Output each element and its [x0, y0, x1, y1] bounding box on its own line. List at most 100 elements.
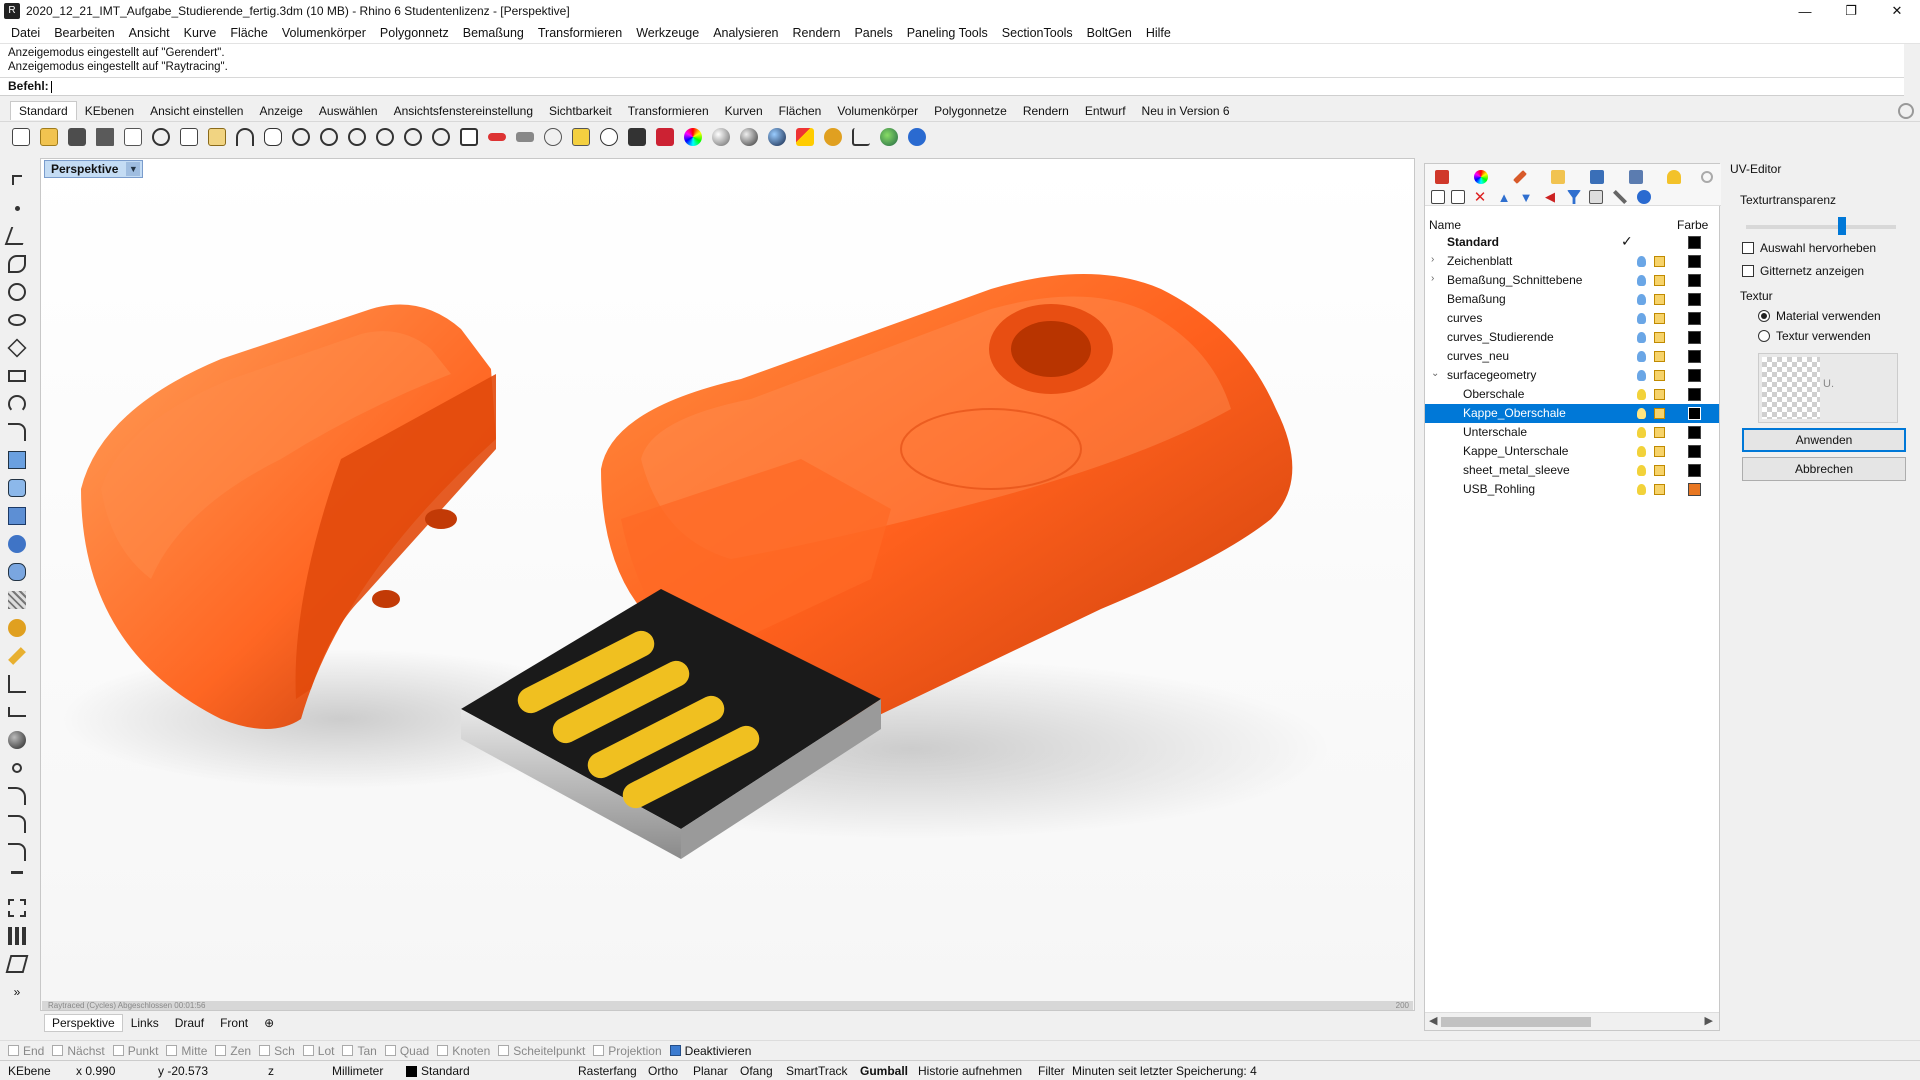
zoom-window-button[interactable]: [344, 124, 370, 150]
lightbulb-icon[interactable]: [1637, 313, 1646, 324]
menu-polygonnetz[interactable]: Polygonnetz: [373, 26, 456, 40]
apply-button[interactable]: Anwenden: [1742, 428, 1906, 452]
menu-kurve[interactable]: Kurve: [177, 26, 224, 40]
highlight-selection-checkbox[interactable]: Auswahl hervorheben: [1742, 241, 1876, 255]
layer-row[interactable]: curves_Studierende: [1425, 328, 1719, 347]
help-button[interactable]: [904, 124, 930, 150]
tab-ansicht-einstellen[interactable]: Ansicht einstellen: [142, 102, 251, 120]
checkbox-box[interactable]: [8, 1045, 19, 1056]
car-button[interactable]: [484, 124, 510, 150]
checkbox-box[interactable]: [384, 1045, 396, 1056]
notifications-tab[interactable]: [1665, 168, 1683, 186]
layer-button[interactable]: [652, 124, 678, 150]
move-layer-up-button[interactable]: ▲: [1495, 188, 1513, 206]
layer-color-swatch[interactable]: [1688, 293, 1701, 306]
boolean-tool-button[interactable]: [5, 532, 29, 556]
menu-paneling-tools[interactable]: Paneling Tools: [900, 26, 995, 40]
checkbox-box[interactable]: [1742, 265, 1754, 277]
cplane-button[interactable]: [540, 124, 566, 150]
analyze-tool-button[interactable]: [5, 952, 29, 976]
filter-layers-button[interactable]: [1565, 188, 1583, 206]
undo-button[interactable]: [232, 124, 258, 150]
files-tab[interactable]: [1549, 168, 1567, 186]
tab-front[interactable]: Front: [212, 1014, 256, 1032]
osnap-option[interactable]: Lot: [302, 1044, 334, 1058]
tab-kebenen[interactable]: KEbenen: [77, 102, 142, 120]
menu-sectiontools[interactable]: SectionTools: [995, 26, 1080, 40]
chevron-right-icon[interactable]: ›: [1431, 273, 1434, 284]
lock-icon[interactable]: [1654, 465, 1665, 476]
cplane-indicator[interactable]: KEbene: [8, 1064, 51, 1078]
lightbulb-icon[interactable]: [1637, 484, 1646, 495]
surface-tool-button[interactable]: [5, 448, 29, 472]
camera-button[interactable]: [512, 124, 538, 150]
checkbox-box[interactable]: [112, 1045, 124, 1056]
checkbox-box[interactable]: [215, 1045, 227, 1056]
mesh-tool-button[interactable]: [5, 588, 29, 612]
loft-tool-button[interactable]: [5, 476, 29, 500]
layer-row[interactable]: › Bemaßung_Schnittebene: [1425, 271, 1719, 290]
dimension-button[interactable]: [848, 124, 874, 150]
array-tool-button[interactable]: [5, 924, 29, 948]
lightbulb-icon[interactable]: [1637, 370, 1646, 381]
polyline-tool-button[interactable]: [4, 224, 30, 248]
layer-row[interactable]: Kappe_Oberschale: [1425, 404, 1719, 423]
tab-sichtbarkeit[interactable]: Sichtbarkeit: [541, 102, 620, 120]
blend-tool-button[interactable]: [5, 784, 29, 808]
transform-tool-button[interactable]: [5, 672, 29, 696]
print-button[interactable]: [92, 124, 118, 150]
record-history-toggle[interactable]: Historie aufnehmen: [918, 1064, 1022, 1078]
tab-links[interactable]: Links: [123, 1014, 167, 1032]
smarttrack-toggle[interactable]: SmartTrack: [786, 1064, 848, 1078]
point-tool-button[interactable]: [5, 196, 29, 220]
texture-preview[interactable]: U.: [1758, 353, 1898, 423]
lock-icon[interactable]: [1654, 294, 1665, 305]
minimize-button[interactable]: —: [1782, 0, 1828, 22]
tab-entwurf[interactable]: Entwurf: [1077, 102, 1134, 120]
osnap-toggle[interactable]: Ofang: [740, 1064, 773, 1078]
tab-perspektive[interactable]: Perspektive: [44, 1014, 123, 1032]
zoom-extents-button[interactable]: [372, 124, 398, 150]
column-color-header[interactable]: Farbe: [1677, 218, 1708, 232]
four-viewports-button[interactable]: [456, 124, 482, 150]
circle-tool-button[interactable]: [5, 280, 29, 304]
osnap-option[interactable]: Mitte: [166, 1044, 207, 1058]
new-sublayer-button[interactable]: [1449, 188, 1467, 206]
planar-toggle[interactable]: Planar: [693, 1064, 728, 1078]
open-file-button[interactable]: [36, 124, 62, 150]
layer-color-swatch[interactable]: [1688, 331, 1701, 344]
layer-color-swatch[interactable]: [1688, 255, 1701, 268]
lightbulb-icon[interactable]: [1637, 446, 1646, 457]
layer-color-swatch[interactable]: [1688, 350, 1701, 363]
save-button[interactable]: [64, 124, 90, 150]
radio-dot[interactable]: [1758, 310, 1770, 322]
lock-icon[interactable]: [1654, 275, 1665, 286]
lightbulb-icon[interactable]: [1637, 465, 1646, 476]
new-file-button[interactable]: [8, 124, 34, 150]
lightbulb-icon[interactable]: [1637, 389, 1646, 400]
menu-flaeche[interactable]: Fläche: [223, 26, 275, 40]
layer-row[interactable]: Oberschale: [1425, 385, 1719, 404]
extend-tool-button[interactable]: [5, 840, 29, 864]
tab-neu-in-version-6[interactable]: Neu in Version 6: [1134, 102, 1238, 120]
layer-row[interactable]: Standard ✓: [1425, 233, 1719, 252]
command-input[interactable]: Befehl:: [0, 77, 1904, 95]
checkbox-box[interactable]: [342, 1045, 354, 1056]
explode-tool-button[interactable]: [5, 896, 29, 920]
gumball-toggle[interactable]: Gumball: [860, 1064, 908, 1078]
scroll-right-icon[interactable]: ▶: [1705, 1014, 1713, 1027]
osnap-option[interactable]: Tan: [342, 1044, 377, 1058]
checkbox-box[interactable]: [593, 1045, 605, 1056]
layer-row[interactable]: › Zeichenblatt: [1425, 252, 1719, 271]
delete-layer-button[interactable]: ✕: [1471, 188, 1489, 206]
material-button[interactable]: [680, 124, 706, 150]
use-texture-radio[interactable]: Textur verwenden: [1758, 329, 1871, 343]
text-tool-button[interactable]: [5, 868, 29, 892]
grid-snap-toggle[interactable]: Rasterfang: [578, 1064, 637, 1078]
box-tool-button[interactable]: [5, 504, 29, 528]
layer-row[interactable]: sheet_metal_sleeve: [1425, 461, 1719, 480]
ellipse-tool-button[interactable]: [5, 308, 29, 332]
curve-tool-button[interactable]: [5, 252, 29, 276]
menu-transformieren[interactable]: Transformieren: [531, 26, 629, 40]
column-name-header[interactable]: Name: [1429, 218, 1461, 232]
